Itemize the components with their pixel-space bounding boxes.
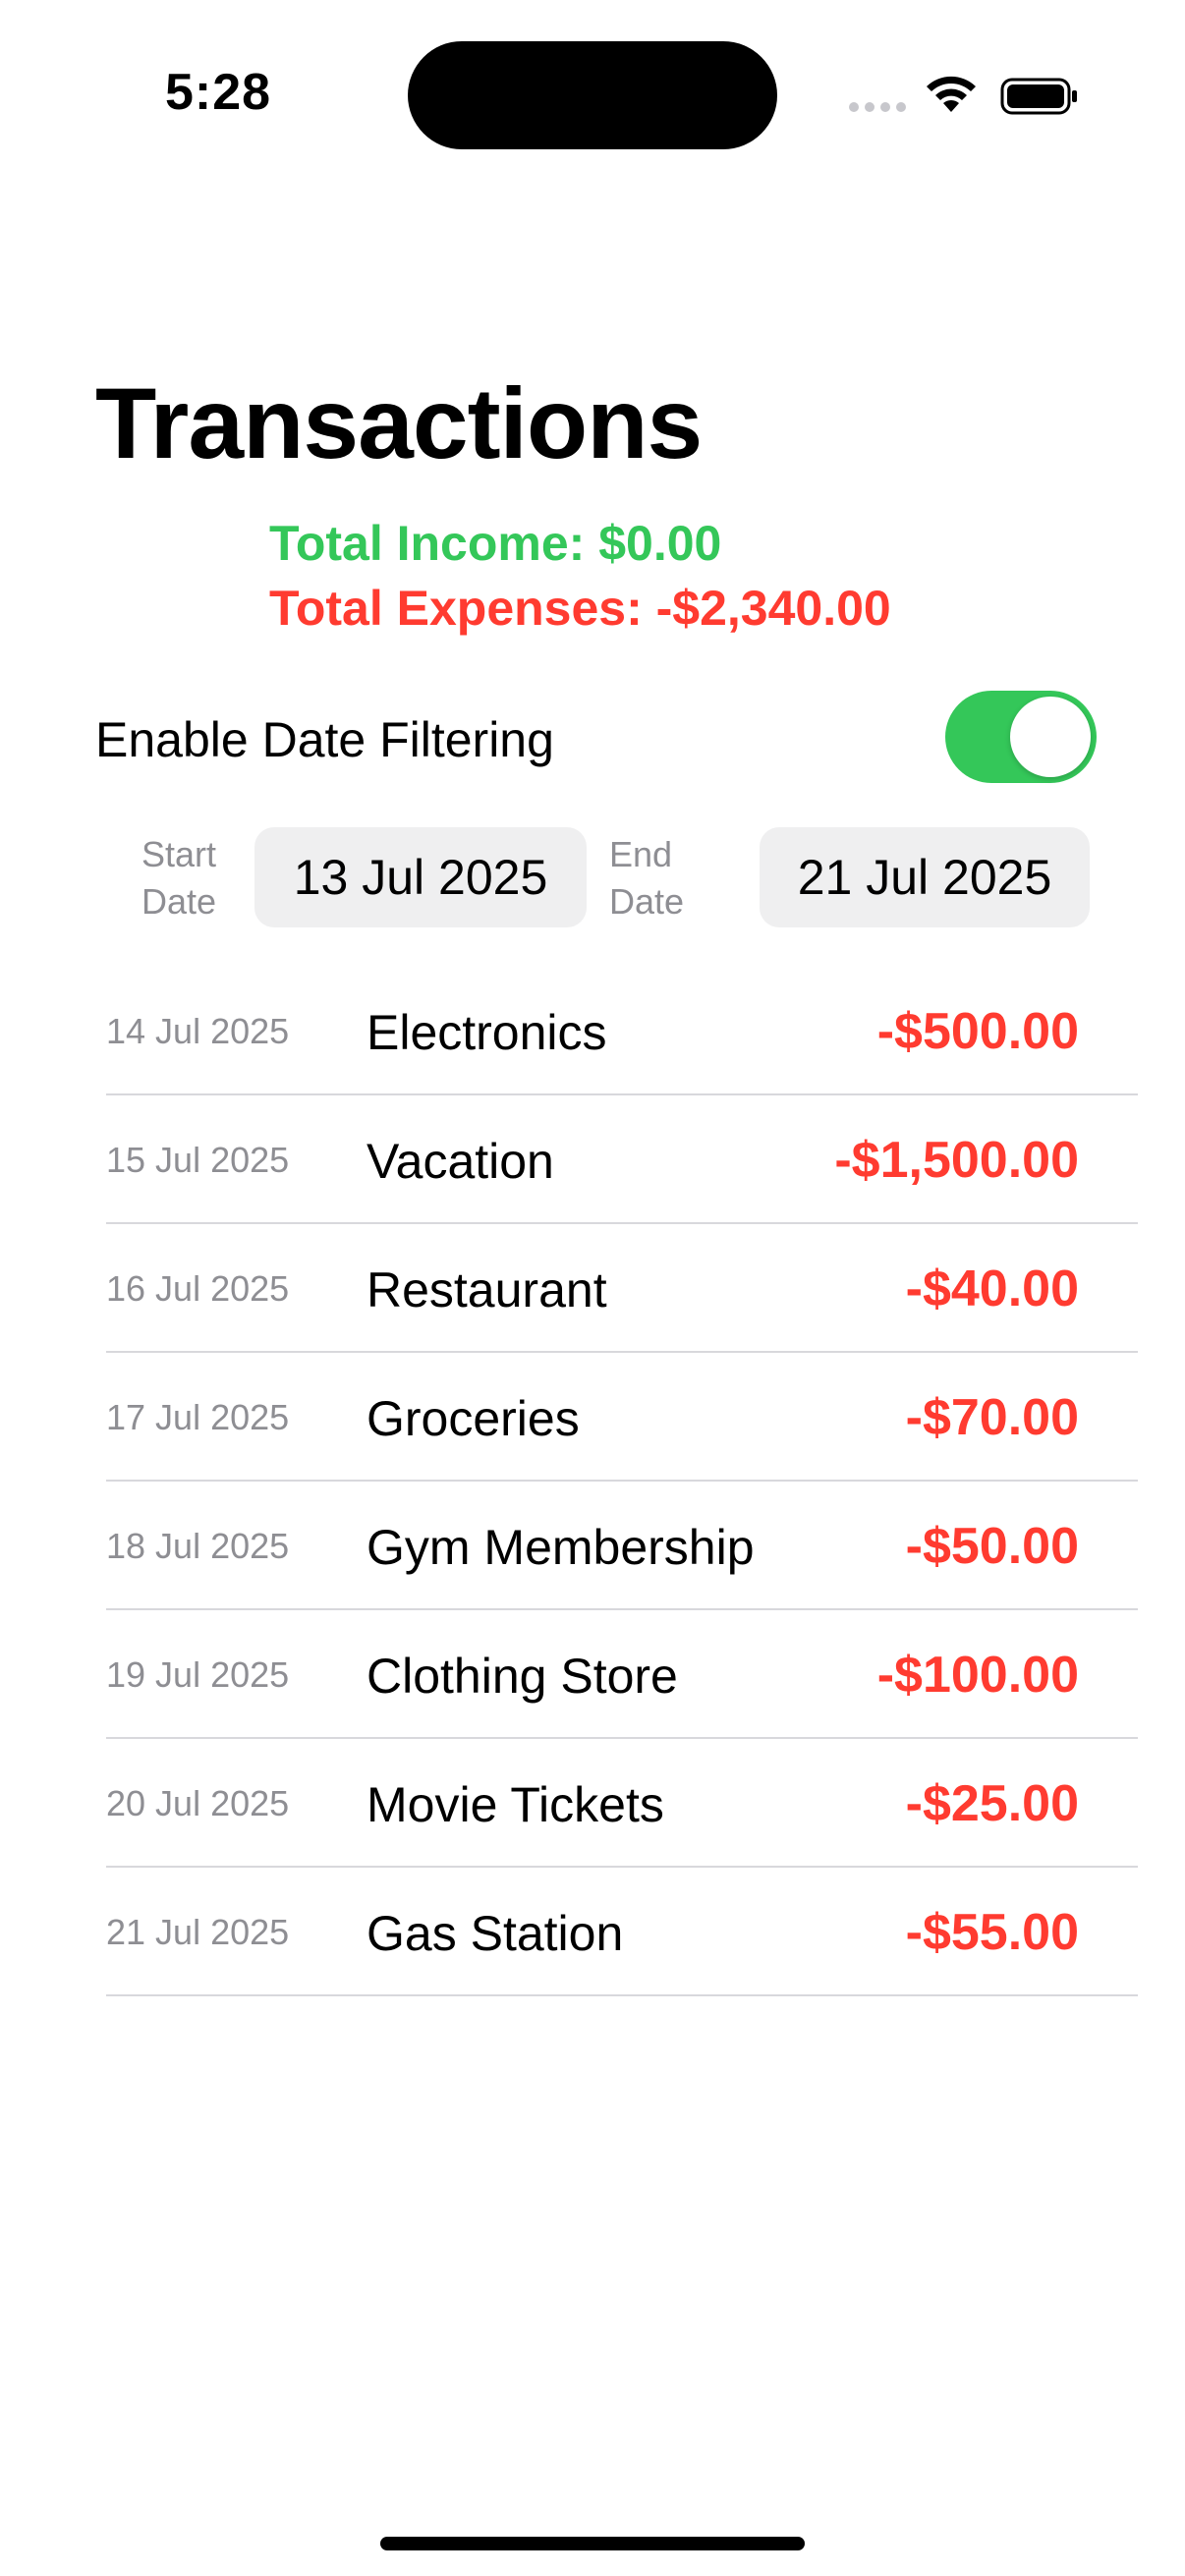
dynamic-island	[408, 41, 777, 149]
end-date-caption-line2: Date	[609, 881, 685, 922]
transaction-row[interactable]: 18 Jul 2025 Gym Membership -$50.00	[106, 1482, 1138, 1610]
transaction-amount: -$50.00	[905, 1518, 1079, 1575]
transaction-amount: -$40.00	[905, 1260, 1079, 1317]
transaction-name: Clothing Store	[367, 1649, 678, 1704]
transaction-name: Gas Station	[367, 1906, 624, 1961]
transaction-row[interactable]: 15 Jul 2025 Vacation -$1,500.00	[106, 1095, 1138, 1224]
transaction-row[interactable]: 19 Jul 2025 Clothing Store -$100.00	[106, 1610, 1138, 1739]
transaction-name: Vacation	[367, 1134, 554, 1189]
end-date-picker[interactable]: 21 Jul 2025	[760, 827, 1090, 927]
signal-icon	[849, 102, 906, 112]
transaction-amount: -$55.00	[905, 1904, 1079, 1961]
transaction-date: 21 Jul 2025	[106, 1912, 290, 1952]
transaction-row[interactable]: 21 Jul 2025 Gas Station -$55.00	[106, 1868, 1138, 1996]
end-date-caption: End Date	[609, 831, 684, 925]
transaction-amount: -$1,500.00	[834, 1132, 1079, 1189]
end-date-caption-line1: End	[609, 834, 673, 874]
transaction-row[interactable]: 17 Jul 2025 Groceries -$70.00	[106, 1353, 1138, 1482]
transaction-name: Gym Membership	[367, 1520, 755, 1575]
transaction-row[interactable]: 20 Jul 2025 Movie Tickets -$25.00	[106, 1739, 1138, 1868]
transactions-list: 14 Jul 2025 Electronics -$500.00 15 Jul …	[106, 967, 1138, 1996]
start-date-caption-line2: Date	[141, 881, 217, 922]
transaction-amount: -$500.00	[876, 1003, 1079, 1060]
page-title: Transactions	[95, 367, 703, 479]
status-time: 5:28	[165, 64, 272, 121]
transaction-name: Movie Tickets	[367, 1777, 664, 1832]
home-indicator[interactable]	[380, 2537, 805, 2550]
transaction-amount: -$25.00	[905, 1775, 1079, 1832]
transaction-name: Restaurant	[367, 1262, 607, 1317]
transaction-date: 17 Jul 2025	[106, 1397, 290, 1437]
wifi-icon	[927, 76, 976, 112]
total-income: Total Income: $0.00	[269, 516, 722, 571]
date-filter-toggle[interactable]	[945, 691, 1097, 783]
battery-icon	[1000, 78, 1077, 115]
transaction-date: 14 Jul 2025	[106, 1011, 290, 1051]
transaction-date: 16 Jul 2025	[106, 1268, 290, 1309]
start-date-caption-line1: Start	[141, 834, 217, 874]
transaction-amount: -$70.00	[905, 1389, 1079, 1446]
toggle-knob	[1010, 697, 1091, 777]
total-expenses: Total Expenses: -$2,340.00	[269, 581, 891, 636]
transaction-date: 20 Jul 2025	[106, 1783, 290, 1823]
transaction-date: 15 Jul 2025	[106, 1140, 290, 1180]
start-date-caption: Start Date	[141, 831, 216, 925]
transaction-date: 18 Jul 2025	[106, 1526, 290, 1566]
transaction-date: 19 Jul 2025	[106, 1654, 290, 1695]
date-filter-label: Enable Date Filtering	[95, 712, 554, 767]
transaction-name: Groceries	[367, 1391, 580, 1446]
transaction-name: Electronics	[367, 1005, 607, 1060]
transaction-row[interactable]: 14 Jul 2025 Electronics -$500.00	[106, 967, 1138, 1095]
start-date-picker[interactable]: 13 Jul 2025	[254, 827, 587, 927]
transaction-amount: -$100.00	[876, 1647, 1079, 1704]
transaction-row[interactable]: 16 Jul 2025 Restaurant -$40.00	[106, 1224, 1138, 1353]
